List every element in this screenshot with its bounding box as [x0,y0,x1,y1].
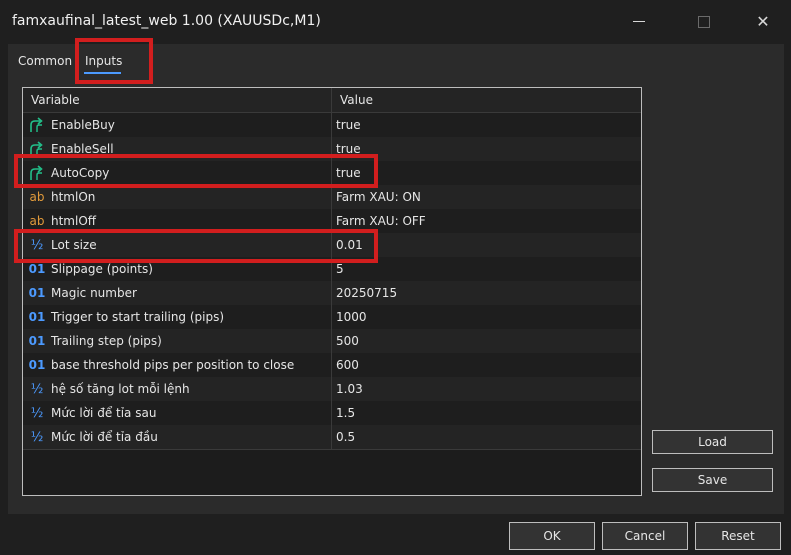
value-cell[interactable]: 0.01 [332,233,641,257]
table-row[interactable]: ½ Lot size 0.01 [23,233,641,258]
value-cell[interactable]: 5 [332,257,641,281]
value-cell[interactable]: Farm XAU: OFF [332,209,641,233]
variable-name: EnableBuy [51,118,115,132]
variable-name: Lot size [51,238,97,252]
variable-cell: ½ Mức lời để tỉa đầu [23,425,332,449]
integer-type-icon: 01 [28,262,46,276]
maximize-button[interactable] [691,10,715,34]
variable-cell: 01 Slippage (points) [23,257,332,281]
boolean-type-icon [27,164,47,182]
variable-name: htmlOff [51,214,97,228]
tab-common[interactable]: Common [18,54,72,68]
header-variable: Variable [23,88,332,112]
cancel-button[interactable]: Cancel [602,522,688,550]
variable-name: EnableSell [51,142,114,156]
inputs-table: Variable Value EnableBuy true EnableSell tr… [22,87,642,496]
value-cell[interactable]: 1000 [332,305,641,329]
variable-cell: ½ Lot size [23,233,332,257]
table-row[interactable]: 01 Slippage (points) 5 [23,257,641,282]
variable-cell: 01 base threshold pips per position to cl… [23,353,332,377]
double-type-icon: ½ [30,381,44,397]
variable-name: base threshold pips per position to clos… [51,358,295,372]
table-row[interactable]: ab htmlOn Farm XAU: ON [23,185,641,210]
variable-name: Mức lời để tỉa đầu [51,430,158,444]
variable-cell: 01 Magic number [23,281,332,305]
value-cell[interactable]: true [332,137,641,161]
value-cell[interactable]: 1.5 [332,401,641,425]
variable-name: htmlOn [51,190,96,204]
active-tab-indicator [84,72,121,74]
double-type-icon: ½ [30,429,44,445]
save-button[interactable]: Save [652,468,773,492]
table-row[interactable]: EnableBuy true [23,113,641,138]
variable-name: Slippage (points) [51,262,153,276]
close-button[interactable]: ✕ [751,10,775,34]
value-cell[interactable]: true [332,113,641,137]
ok-button[interactable]: OK [509,522,595,550]
integer-type-icon: 01 [28,310,46,324]
value-cell[interactable]: 500 [332,329,641,353]
variable-cell: 01 Trailing step (pips) [23,329,332,353]
boolean-type-icon [27,140,47,158]
tab-inputs[interactable]: Inputs [85,54,122,68]
table-row[interactable]: 01 Trigger to start trailing (pips) 1000 [23,305,641,330]
dialog-content: Common Inputs Variable Value EnableBuy tr… [8,44,784,514]
string-type-icon: ab [29,214,45,228]
variable-cell: ab htmlOn [23,185,332,209]
window-title: famxaufinal_latest_web 1.00 (XAUUSDc,M1) [12,13,321,29]
double-type-icon: ½ [30,237,44,253]
table-row[interactable]: ½ Mức lời để tỉa đầu 0.5 [23,425,641,450]
variable-cell: 01 Trigger to start trailing (pips) [23,305,332,329]
variable-name: Trigger to start trailing (pips) [51,310,225,324]
variable-cell: ½ Mức lời để tỉa sau [23,401,332,425]
value-cell[interactable]: 1.03 [332,377,641,401]
maximize-icon [698,16,710,28]
value-cell[interactable]: 0.5 [332,425,641,449]
table-row[interactable]: AutoCopy true [23,161,641,186]
value-cell[interactable]: 600 [332,353,641,377]
variable-name: Mức lời để tỉa sau [51,406,157,420]
table-row[interactable]: ½ hệ số tăng lot mỗi lệnh 1.03 [23,377,641,402]
variable-cell: EnableBuy [23,113,332,137]
table-row[interactable]: 01 Magic number 20250715 [23,281,641,306]
string-type-icon: ab [29,190,45,204]
table-row[interactable]: ab htmlOff Farm XAU: OFF [23,209,641,234]
variable-cell: AutoCopy [23,161,332,185]
variable-cell: ½ hệ số tăng lot mỗi lệnh [23,377,332,401]
variable-name: Magic number [51,286,137,300]
title-bar: famxaufinal_latest_web 1.00 (XAUUSDc,M1)… [0,0,791,43]
table-header: Variable Value [23,88,641,113]
double-type-icon: ½ [30,405,44,421]
variable-cell: ab htmlOff [23,209,332,233]
boolean-type-icon [27,116,47,134]
variable-name: AutoCopy [51,166,110,180]
load-button[interactable]: Load [652,430,773,454]
value-cell[interactable]: Farm XAU: ON [332,185,641,209]
reset-button[interactable]: Reset [695,522,781,550]
close-icon: ✕ [756,12,770,31]
value-cell[interactable]: true [332,161,641,185]
value-cell[interactable]: 20250715 [332,281,641,305]
minimize-icon [633,21,645,22]
minimize-button[interactable] [627,10,651,34]
table-row[interactable]: ½ Mức lời để tỉa sau 1.5 [23,401,641,426]
variable-name: Trailing step (pips) [51,334,162,348]
table-row[interactable]: 01 base threshold pips per position to cl… [23,353,641,378]
integer-type-icon: 01 [28,334,46,348]
table-row[interactable]: 01 Trailing step (pips) 500 [23,329,641,354]
header-value: Value [340,93,373,107]
integer-type-icon: 01 [28,358,46,372]
variable-name: hệ số tăng lot mỗi lệnh [51,382,190,396]
variable-cell: EnableSell [23,137,332,161]
table-row[interactable]: EnableSell true [23,137,641,162]
integer-type-icon: 01 [28,286,46,300]
